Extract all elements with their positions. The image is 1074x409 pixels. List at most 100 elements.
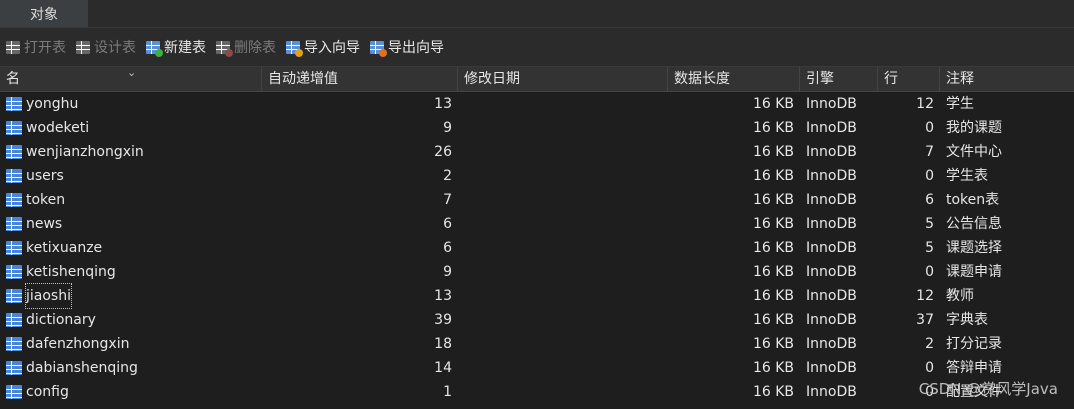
data-length-value: 16 KB [752, 384, 794, 400]
table-row[interactable]: token 7 16 KB InnoDB 6 token表 [0, 188, 1074, 212]
engine-value: InnoDB [806, 336, 857, 352]
auto-increment-value: 13 [434, 96, 452, 112]
column-header-engine[interactable]: 引擎 [800, 67, 878, 91]
engine-value: InnoDB [806, 168, 857, 184]
engine-value: InnoDB [806, 240, 857, 256]
table-name-cell: dabianshenqing [6, 356, 138, 380]
table-name-cell: jiaoshi [6, 283, 72, 309]
table-name-cell: news [6, 212, 62, 236]
new-table-button[interactable]: 新建表 [146, 37, 206, 57]
table-row[interactable]: wenjianzhongxin 26 16 KB InnoDB 7 文件中心 [0, 140, 1074, 164]
tab-objects[interactable]: 对象 [0, 0, 88, 27]
engine-value: InnoDB [806, 216, 857, 232]
column-header-auto-increment[interactable]: 自动递增值 [262, 67, 458, 91]
table-name: config [26, 384, 69, 400]
table-row[interactable]: config 1 16 KB InnoDB 0 配置文件 [0, 380, 1074, 404]
design-table-button[interactable]: 设计表 [76, 37, 136, 57]
table-name: yonghu [26, 96, 79, 112]
auto-increment-value: 7 [443, 192, 452, 208]
open-table-button[interactable]: 打开表 [6, 37, 66, 57]
column-header-name[interactable]: ⌄ 名 [0, 66, 262, 91]
data-length-value: 16 KB [752, 336, 794, 352]
data-length-value: 16 KB [752, 216, 794, 232]
rows-value: 5 [925, 240, 934, 256]
engine-value: InnoDB [806, 264, 857, 280]
watermark: CSDN @赏风学Java [918, 380, 1058, 398]
table-row[interactable]: ketixuanze 6 16 KB InnoDB 5 课题选择 [0, 236, 1074, 260]
table-icon [6, 121, 22, 135]
table-icon [6, 265, 22, 279]
table-row[interactable]: dictionary 39 16 KB InnoDB 37 字典表 [0, 308, 1074, 332]
rows-value: 5 [925, 216, 934, 232]
data-length-value: 16 KB [752, 96, 794, 112]
table-row[interactable]: dabianshenqing 14 16 KB InnoDB 0 答辩申请 [0, 356, 1074, 380]
table-row[interactable]: users 2 16 KB InnoDB 0 学生表 [0, 164, 1074, 188]
import-wizard-button[interactable]: 导入向导 [286, 37, 360, 57]
data-length-value: 16 KB [752, 120, 794, 136]
table-icon [6, 169, 22, 183]
table-header: ⌄ 名 自动递增值 修改日期 数据长度 引擎 行 注释 [0, 66, 1074, 92]
comment-value: 课题选择 [946, 240, 1002, 256]
engine-value: InnoDB [806, 96, 857, 112]
table-icon [6, 217, 22, 231]
auto-increment-value: 9 [443, 120, 452, 136]
comment-value: 学生 [946, 96, 974, 112]
table-name-cell: ketixuanze [6, 236, 102, 260]
table-name: token [26, 192, 66, 208]
table-name-cell: dictionary [6, 308, 96, 332]
delete-table-label: 删除表 [234, 40, 276, 56]
comment-value: 课题申请 [946, 264, 1002, 280]
delete-table-button[interactable]: 删除表 [216, 37, 276, 57]
rows-value: 0 [925, 120, 934, 136]
data-length-value: 16 KB [752, 144, 794, 160]
table-icon [6, 289, 22, 303]
data-length-value: 16 KB [752, 192, 794, 208]
column-header-rows[interactable]: 行 [878, 67, 940, 91]
engine-value: InnoDB [806, 384, 857, 400]
auto-increment-value: 18 [434, 336, 452, 352]
auto-increment-value: 1 [443, 384, 452, 400]
new-table-label: 新建表 [164, 40, 206, 56]
auto-increment-value: 9 [443, 264, 452, 280]
auto-increment-value: 2 [443, 168, 452, 184]
comment-value: 学生表 [946, 168, 988, 184]
data-length-value: 16 KB [752, 288, 794, 304]
table-name-cell: wenjianzhongxin [6, 140, 144, 164]
design-table-icon [76, 40, 90, 54]
toolbar: 打开表 设计表 新建表 删除表 导入向导 导出向导 [0, 28, 1074, 67]
table-icon [6, 97, 22, 111]
rows-value: 0 [925, 168, 934, 184]
table-name: wodeketi [26, 120, 90, 136]
table-row[interactable]: news 6 16 KB InnoDB 5 公告信息 [0, 212, 1074, 236]
table-row[interactable]: wodeketi 9 16 KB InnoDB 0 我的课题 [0, 116, 1074, 140]
table-name: wenjianzhongxin [26, 144, 144, 160]
rows-value: 7 [925, 144, 934, 160]
table-name-cell: token [6, 188, 65, 212]
comment-value: 打分记录 [946, 336, 1002, 352]
column-header-modified-date[interactable]: 修改日期 [458, 67, 668, 91]
column-header-comment[interactable]: 注释 [940, 67, 1074, 91]
comment-value: 字典表 [946, 312, 988, 328]
data-length-value: 16 KB [752, 264, 794, 280]
sort-chevron-down-icon: ⌄ [127, 66, 137, 79]
rows-value: 12 [916, 288, 934, 304]
column-header-data-length[interactable]: 数据长度 [668, 67, 800, 91]
table-name-cell: ketishenqing [6, 260, 116, 284]
auto-increment-value: 14 [434, 360, 452, 376]
table-icon [6, 241, 22, 255]
table-row[interactable]: dafenzhongxin 18 16 KB InnoDB 2 打分记录 [0, 332, 1074, 356]
comment-value: token表 [946, 192, 1000, 208]
comment-value: 公告信息 [946, 216, 1002, 232]
table-name: dabianshenqing [26, 360, 138, 376]
auto-increment-value: 26 [434, 144, 452, 160]
table-row[interactable]: yonghu 13 16 KB InnoDB 12 学生 [0, 92, 1074, 116]
table-row[interactable]: jiaoshi 13 16 KB InnoDB 12 教师 [0, 283, 1074, 309]
rows-value: 0 [925, 264, 934, 280]
export-wizard-button[interactable]: 导出向导 [370, 37, 444, 57]
table-name: news [26, 216, 63, 232]
comment-value: 我的课题 [946, 120, 1002, 136]
table-name: dafenzhongxin [26, 336, 130, 352]
table-row[interactable]: ketishenqing 9 16 KB InnoDB 0 课题申请 [0, 260, 1074, 284]
table-icon [6, 337, 22, 351]
engine-value: InnoDB [806, 360, 857, 376]
